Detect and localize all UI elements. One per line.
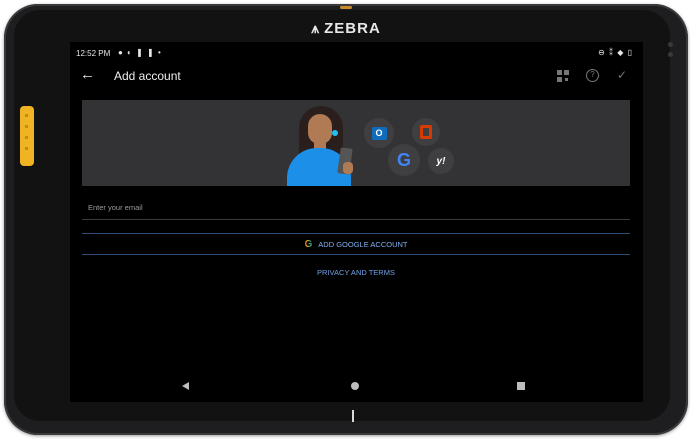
top-sensor: [340, 6, 352, 9]
navigation-bar: [70, 372, 643, 402]
system-status-icons: ⊖ ⁑ ◆ ▯: [598, 48, 633, 57]
page-title: Add account: [114, 69, 181, 83]
add-google-account-label: ADD GOOGLE ACCOUNT: [318, 239, 408, 249]
confirm-check-icon[interactable]: ✓: [617, 68, 627, 82]
notification-icons: ● ◐ ❚ ❚ •: [118, 48, 162, 57]
side-scan-key[interactable]: [20, 106, 34, 166]
office-icon: [412, 118, 440, 146]
status-time: 12:52 PM: [76, 49, 111, 58]
device-brand-logo: ⩚ ZEBRA: [0, 20, 692, 37]
person-illustration: [277, 100, 367, 186]
nav-recents-icon[interactable]: [517, 382, 525, 390]
status-bar: 12:52 PM ● ◐ ❚ ❚ • ⊖ ⁑ ◆ ▯: [70, 42, 643, 64]
email-field[interactable]: Enter your email: [82, 194, 630, 220]
account-banner-illustration: O G y!: [82, 100, 630, 186]
key-texture: [25, 114, 28, 158]
add-google-account-button[interactable]: G ADD GOOGLE ACCOUNT: [82, 233, 630, 255]
google-icon: G: [388, 144, 420, 176]
camera-sensors: [668, 42, 674, 62]
qr-code-icon[interactable]: [557, 70, 569, 82]
back-arrow-icon[interactable]: ←: [80, 66, 95, 83]
outlook-icon: O: [364, 118, 394, 148]
nav-back-icon[interactable]: [182, 382, 189, 390]
brand-text: ZEBRA: [324, 20, 381, 37]
screen: 12:52 PM ● ◐ ❚ ❚ • ⊖ ⁑ ◆ ▯ ← Add account…: [70, 42, 643, 402]
zebra-logo-icon: ⩚: [311, 20, 321, 36]
help-icon[interactable]: ?: [586, 69, 599, 82]
nav-home-icon[interactable]: [351, 382, 359, 390]
yahoo-icon: y!: [428, 148, 454, 174]
google-g-icon: G: [304, 238, 313, 250]
privacy-and-terms-link[interactable]: PRIVACY AND TERMS: [82, 268, 630, 277]
bottom-connector: [352, 410, 354, 422]
app-bar: ← Add account ? ✓: [70, 64, 643, 92]
